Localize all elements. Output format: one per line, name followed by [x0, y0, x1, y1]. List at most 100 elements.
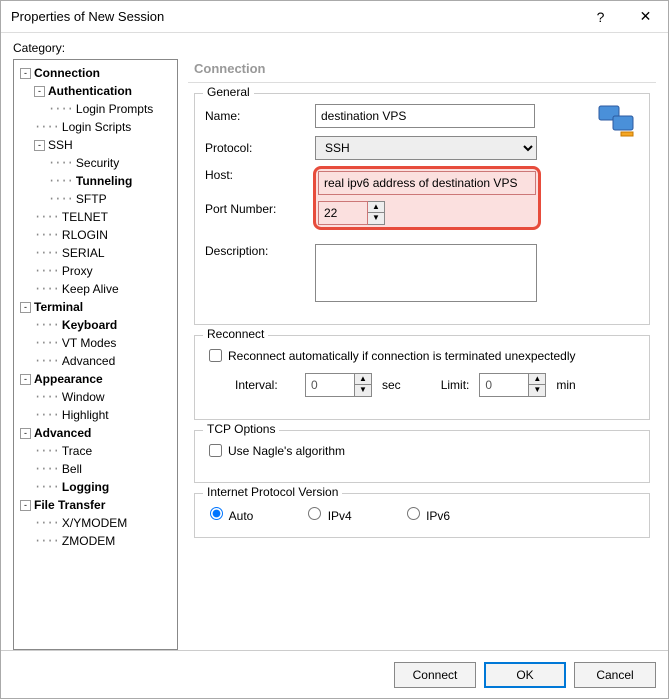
- tree-connector: ····: [34, 354, 59, 368]
- tree-item[interactable]: ····Keyboard: [16, 316, 175, 334]
- category-tree[interactable]: -Connection-Authentication····Login Prom…: [13, 59, 178, 650]
- expander-icon[interactable]: -: [20, 500, 31, 511]
- protocol-label: Protocol:: [205, 141, 315, 155]
- tree-item-label: Window: [62, 390, 105, 404]
- tree-item[interactable]: ····SERIAL: [16, 244, 175, 262]
- tree-item[interactable]: ····TELNET: [16, 208, 175, 226]
- tree-item-label: Connection: [34, 66, 100, 80]
- tree-item[interactable]: -Connection: [16, 64, 175, 82]
- tree-item-label: X/YMODEM: [62, 516, 127, 530]
- expander-icon[interactable]: -: [20, 428, 31, 439]
- highlighted-region: ▲▼: [313, 166, 541, 230]
- ipv-auto-option[interactable]: Auto: [205, 504, 253, 523]
- close-button[interactable]: ✕: [623, 2, 668, 32]
- tree-item[interactable]: -Advanced: [16, 424, 175, 442]
- tree-item[interactable]: ····Security: [16, 154, 175, 172]
- tree-item-label: TELNET: [62, 210, 108, 224]
- limit-spinner[interactable]: ▲▼: [529, 373, 546, 397]
- dialog-window: Properties of New Session ? ✕ Category: …: [0, 0, 669, 699]
- help-button[interactable]: ?: [578, 2, 623, 32]
- interval-input[interactable]: [305, 373, 355, 397]
- reconnect-checkbox[interactable]: [209, 349, 222, 362]
- tree-item[interactable]: ····Keep Alive: [16, 280, 175, 298]
- tree-item-label: Highlight: [62, 408, 109, 422]
- tree-item[interactable]: ····VT Modes: [16, 334, 175, 352]
- tree-item-label: ZMODEM: [62, 534, 115, 548]
- ipv6-option[interactable]: IPv6: [402, 504, 450, 523]
- tree-item[interactable]: ····X/YMODEM: [16, 514, 175, 532]
- tree-item-label: Security: [76, 156, 119, 170]
- tree-item[interactable]: ····Login Prompts: [16, 100, 175, 118]
- tree-item[interactable]: ····RLOGIN: [16, 226, 175, 244]
- tree-connector: ····: [48, 192, 73, 206]
- connect-button[interactable]: Connect: [394, 662, 476, 688]
- ipv-auto-radio[interactable]: [210, 507, 223, 520]
- tree-item-label: File Transfer: [34, 498, 105, 512]
- name-input[interactable]: [315, 104, 535, 128]
- window-title: Properties of New Session: [11, 9, 578, 24]
- tree-connector: ····: [34, 408, 59, 422]
- tree-item[interactable]: -Appearance: [16, 370, 175, 388]
- tree-item-label: Appearance: [34, 372, 103, 386]
- tree-item[interactable]: ····ZMODEM: [16, 532, 175, 550]
- protocol-select[interactable]: SSH: [315, 136, 537, 160]
- interval-label: Interval:: [235, 378, 295, 392]
- tree-connector: ····: [48, 156, 73, 170]
- general-legend: General: [203, 85, 254, 99]
- desc-textarea[interactable]: [315, 244, 537, 302]
- tree-item[interactable]: ····Advanced: [16, 352, 175, 370]
- tree-connector: ····: [34, 516, 59, 530]
- expander-icon[interactable]: -: [20, 68, 31, 79]
- nagle-checkbox[interactable]: [209, 444, 222, 457]
- limit-label: Limit:: [441, 378, 470, 392]
- cancel-button[interactable]: Cancel: [574, 662, 656, 688]
- tree-item[interactable]: ····Trace: [16, 442, 175, 460]
- general-group: General Name: Protocol: SSH: [194, 93, 650, 325]
- tree-connector: ····: [34, 120, 59, 134]
- tree-connector: ····: [34, 336, 59, 350]
- tree-connector: ····: [34, 210, 59, 224]
- tree-item-label: Login Scripts: [62, 120, 131, 134]
- tree-connector: ····: [34, 228, 59, 242]
- tree-item-label: Advanced: [34, 426, 91, 440]
- tree-item[interactable]: -File Transfer: [16, 496, 175, 514]
- nagle-label: Use Nagle's algorithm: [228, 444, 345, 458]
- tree-item-label: Keyboard: [62, 318, 117, 332]
- tree-item-label: Authentication: [48, 84, 132, 98]
- ipv-group: Internet Protocol Version Auto IPv4 IPv6: [194, 493, 650, 538]
- ipv6-radio[interactable]: [407, 507, 420, 520]
- reconnect-legend: Reconnect: [203, 327, 268, 341]
- tree-item[interactable]: ····Window: [16, 388, 175, 406]
- tree-connector: ····: [34, 462, 59, 476]
- port-spinner[interactable]: ▲▼: [368, 201, 385, 225]
- tree-connector: ····: [34, 282, 59, 296]
- expander-icon[interactable]: -: [34, 86, 45, 97]
- right-panel: Connection General Name: Protocol:: [188, 59, 656, 650]
- tree-item[interactable]: -SSH: [16, 136, 175, 154]
- limit-input[interactable]: [479, 373, 529, 397]
- expander-icon[interactable]: -: [20, 374, 31, 385]
- expander-icon[interactable]: -: [34, 140, 45, 151]
- ok-button[interactable]: OK: [484, 662, 566, 688]
- tree-item[interactable]: ····Logging: [16, 478, 175, 496]
- tree-item-label: Proxy: [62, 264, 93, 278]
- content-area: Category: -Connection-Authentication····…: [1, 33, 668, 650]
- interval-spinner[interactable]: ▲▼: [355, 373, 372, 397]
- tree-item[interactable]: ····SFTP: [16, 190, 175, 208]
- tree-item[interactable]: -Terminal: [16, 298, 175, 316]
- host-input[interactable]: [318, 171, 536, 195]
- expander-icon[interactable]: -: [20, 302, 31, 313]
- tree-item[interactable]: ····Bell: [16, 460, 175, 478]
- tree-item[interactable]: ····Login Scripts: [16, 118, 175, 136]
- tree-item[interactable]: ····Highlight: [16, 406, 175, 424]
- tree-item[interactable]: -Authentication: [16, 82, 175, 100]
- port-input[interactable]: [318, 201, 368, 225]
- main-area: -Connection-Authentication····Login Prom…: [13, 59, 656, 650]
- reconnect-chk-label: Reconnect automatically if connection is…: [228, 349, 576, 363]
- tree-item[interactable]: ····Tunneling: [16, 172, 175, 190]
- ipv4-radio[interactable]: [308, 507, 321, 520]
- tree-connector: ····: [34, 534, 59, 548]
- tree-item[interactable]: ····Proxy: [16, 262, 175, 280]
- ipv4-option[interactable]: IPv4: [303, 504, 351, 523]
- desc-label: Description:: [205, 244, 315, 258]
